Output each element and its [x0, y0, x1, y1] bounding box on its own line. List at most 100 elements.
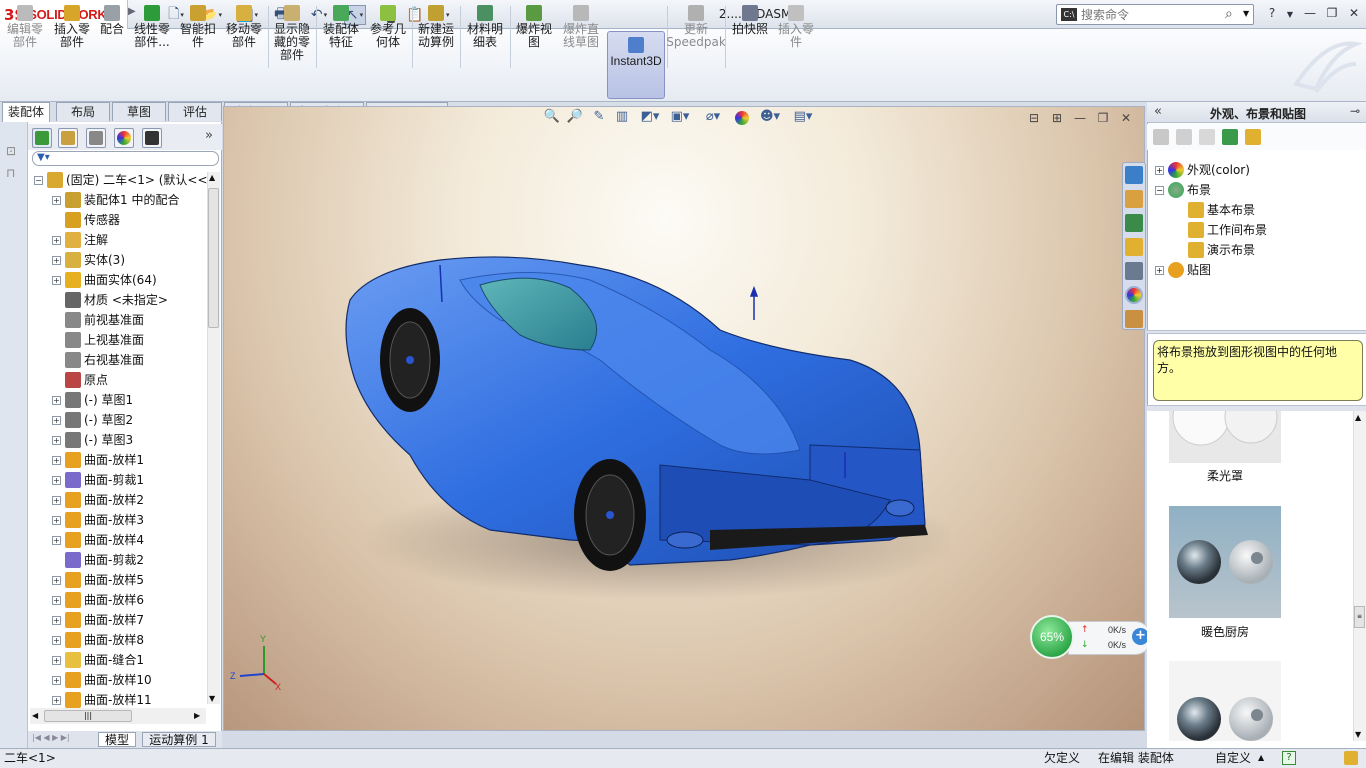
scroll-right-icon[interactable]: ▶ — [194, 711, 200, 720]
pin-icon[interactable]: ⊸ — [1350, 104, 1360, 118]
property-manager-tab-icon[interactable] — [58, 128, 78, 148]
search-commands-box[interactable]: C:\ ⌕ ▼ — [1056, 4, 1254, 25]
tree-item[interactable]: 前视基准面 — [52, 310, 208, 330]
tab-evaluate[interactable]: 评估 — [168, 102, 222, 121]
help-button[interactable]: ? — [1262, 6, 1282, 22]
solidworks-resources-icon[interactable] — [1125, 166, 1143, 184]
home-icon[interactable] — [1125, 190, 1143, 208]
zoom-to-fit-icon[interactable]: 🔍 — [543, 109, 561, 127]
design-library-icon[interactable] — [1125, 214, 1143, 232]
network-speed-widget[interactable]: 65% ↑ ↓ 0K/s 0K/s + — [1030, 615, 1152, 659]
tree-item[interactable]: 材质 <未指定> — [52, 290, 208, 310]
tree-item[interactable]: + 曲面-放样3 — [52, 510, 208, 530]
expand-icon[interactable]: + — [52, 475, 61, 485]
tree-item[interactable]: + 实体(3) — [52, 250, 208, 270]
tab-nav-arrows[interactable]: |◀ ◀ ▶ ▶| — [32, 733, 70, 742]
instant3d-button[interactable]: Instant3D — [607, 31, 665, 99]
sketch-icon[interactable]: ⊡ — [6, 144, 22, 160]
status-tag-icon[interactable] — [1344, 751, 1358, 765]
scene-thumb-soft-box[interactable] — [1169, 411, 1281, 463]
tab-assembly[interactable]: 装配体 — [2, 102, 50, 122]
view-palette-icon[interactable] — [1125, 262, 1143, 280]
back-icon[interactable] — [1153, 129, 1169, 145]
collapse-pane-icon[interactable]: « — [1154, 104, 1162, 119]
task-pane-divider[interactable] — [1147, 330, 1366, 334]
file-explorer-icon[interactable] — [1125, 238, 1143, 256]
expand-icon[interactable]: + — [52, 435, 61, 445]
appearance-tree-item[interactable]: − 布景 — [1155, 180, 1325, 200]
status-help-icon[interactable]: ? — [1282, 751, 1296, 765]
minimize-icon[interactable]: — — [1300, 6, 1320, 22]
close-icon[interactable]: ✕ — [1344, 6, 1364, 22]
insert-component-button[interactable]: 插入零 部件 — [51, 5, 93, 69]
appearance-tree-item[interactable]: 演示布景 — [1188, 240, 1358, 260]
expand-icon[interactable]: + — [52, 395, 61, 405]
search-input[interactable] — [1081, 6, 1221, 23]
appearance-tree-item[interactable]: 基本布景 — [1188, 200, 1358, 220]
insert-part-button[interactable]: 插入零 件 — [774, 5, 818, 69]
expand-icon[interactable]: + — [1155, 265, 1164, 275]
update-speedpak-button[interactable]: 更新 Speedpak — [666, 5, 726, 69]
smart-dimension-icon[interactable]: ⊓ — [6, 166, 22, 182]
tree-item[interactable]: + 曲面-剪裁1 — [52, 470, 208, 490]
add-folder-icon[interactable] — [1199, 129, 1215, 145]
search-dropdown-icon[interactable]: ▼ — [1243, 9, 1249, 18]
dimxpert-tab-icon[interactable] — [142, 128, 162, 148]
tab-sketch[interactable]: 草图 — [112, 102, 166, 121]
hide-show-items-icon[interactable]: ⌀▾ — [700, 109, 726, 127]
tab-layout[interactable]: 布局 — [56, 102, 110, 121]
expand-icon[interactable]: + — [1155, 165, 1164, 175]
tree-item[interactable]: 曲面-剪裁2 — [52, 550, 208, 570]
tab-motion-study-1[interactable]: 运动算例 1 — [142, 732, 216, 747]
expand-icon[interactable]: + — [52, 595, 61, 605]
gallery-scroll-up-icon[interactable]: ▲ — [1355, 413, 1361, 422]
exploded-view-button[interactable]: 爆炸视 图 — [512, 5, 556, 69]
expand-icon[interactable]: + — [52, 235, 61, 245]
tree-item[interactable]: + 曲面-放样2 — [52, 490, 208, 510]
smart-fasteners-button[interactable]: 智能扣 件 — [176, 5, 220, 69]
search-icon[interactable]: ⌕ — [1225, 6, 1233, 22]
expand-icon[interactable]: + — [52, 255, 61, 265]
expand-icon[interactable]: + — [52, 415, 61, 425]
restore-icon[interactable]: ❐ — [1322, 6, 1342, 22]
tab-model[interactable]: 模型 — [98, 732, 136, 747]
custom-properties-icon[interactable] — [1125, 310, 1143, 328]
view-orientation-icon[interactable]: ◩▾ — [637, 109, 663, 127]
zoom-to-area-icon[interactable]: 🔎 — [566, 109, 584, 127]
appearances-scenes-icon[interactable] — [1125, 286, 1143, 304]
tree-item[interactable]: + 装配体1 中的配合 — [52, 190, 208, 210]
explode-line-sketch-button[interactable]: 爆炸直 线草图 — [558, 5, 604, 69]
gallery-scroll-thumb[interactable]: ≡ — [1354, 606, 1365, 628]
units-dropdown-icon[interactable]: ▲ — [1258, 749, 1264, 767]
tree-item[interactable]: 原点 — [52, 370, 208, 390]
mate-button[interactable]: 配合 — [96, 5, 128, 69]
expand-icon[interactable]: + — [52, 575, 61, 585]
expand-icon[interactable]: + — [52, 195, 61, 205]
expand-icon[interactable]: + — [52, 635, 61, 645]
split-view-icon[interactable]: ⊟ — [1026, 111, 1042, 125]
appearance-tree-item[interactable]: + 贴图 — [1155, 260, 1325, 280]
edit-appearance-icon[interactable] — [733, 109, 751, 127]
tree-item[interactable]: + 曲面-放样11 — [52, 690, 208, 710]
scene-thumb-warm-kitchen[interactable] — [1169, 506, 1281, 618]
tree-item[interactable]: + (-) 草图2 — [52, 410, 208, 430]
expand-icon[interactable]: + — [52, 455, 61, 465]
expand-icon[interactable]: + — [52, 515, 61, 525]
scene-thumb-3[interactable] — [1169, 661, 1281, 741]
collapse-icon[interactable]: − — [1155, 185, 1164, 195]
section-view-icon[interactable]: ▥ — [613, 109, 631, 127]
view-settings-icon[interactable]: ▤▾ — [790, 109, 816, 127]
take-snapshot-button[interactable]: 拍快照 — [728, 5, 772, 69]
expand-icon[interactable]: + — [52, 675, 61, 685]
tree-item[interactable]: 右视基准面 — [52, 350, 208, 370]
tree-item[interactable]: + 曲面实体(64) — [52, 270, 208, 290]
linear-pattern-button[interactable]: 线性零 部件... — [130, 5, 174, 69]
feature-filter[interactable]: ▼▾ — [32, 151, 219, 166]
previous-view-icon[interactable]: ✎ — [590, 109, 608, 127]
help-dropdown-icon[interactable]: ▼ — [1280, 10, 1300, 26]
more-tabs-icon[interactable]: » — [205, 128, 213, 143]
up-folder-icon[interactable] — [1245, 129, 1261, 145]
link-views-icon[interactable]: ⊞ — [1049, 111, 1065, 125]
tree-item[interactable]: + 曲面-放样8 — [52, 630, 208, 650]
collapse-icon[interactable]: − — [34, 175, 43, 185]
